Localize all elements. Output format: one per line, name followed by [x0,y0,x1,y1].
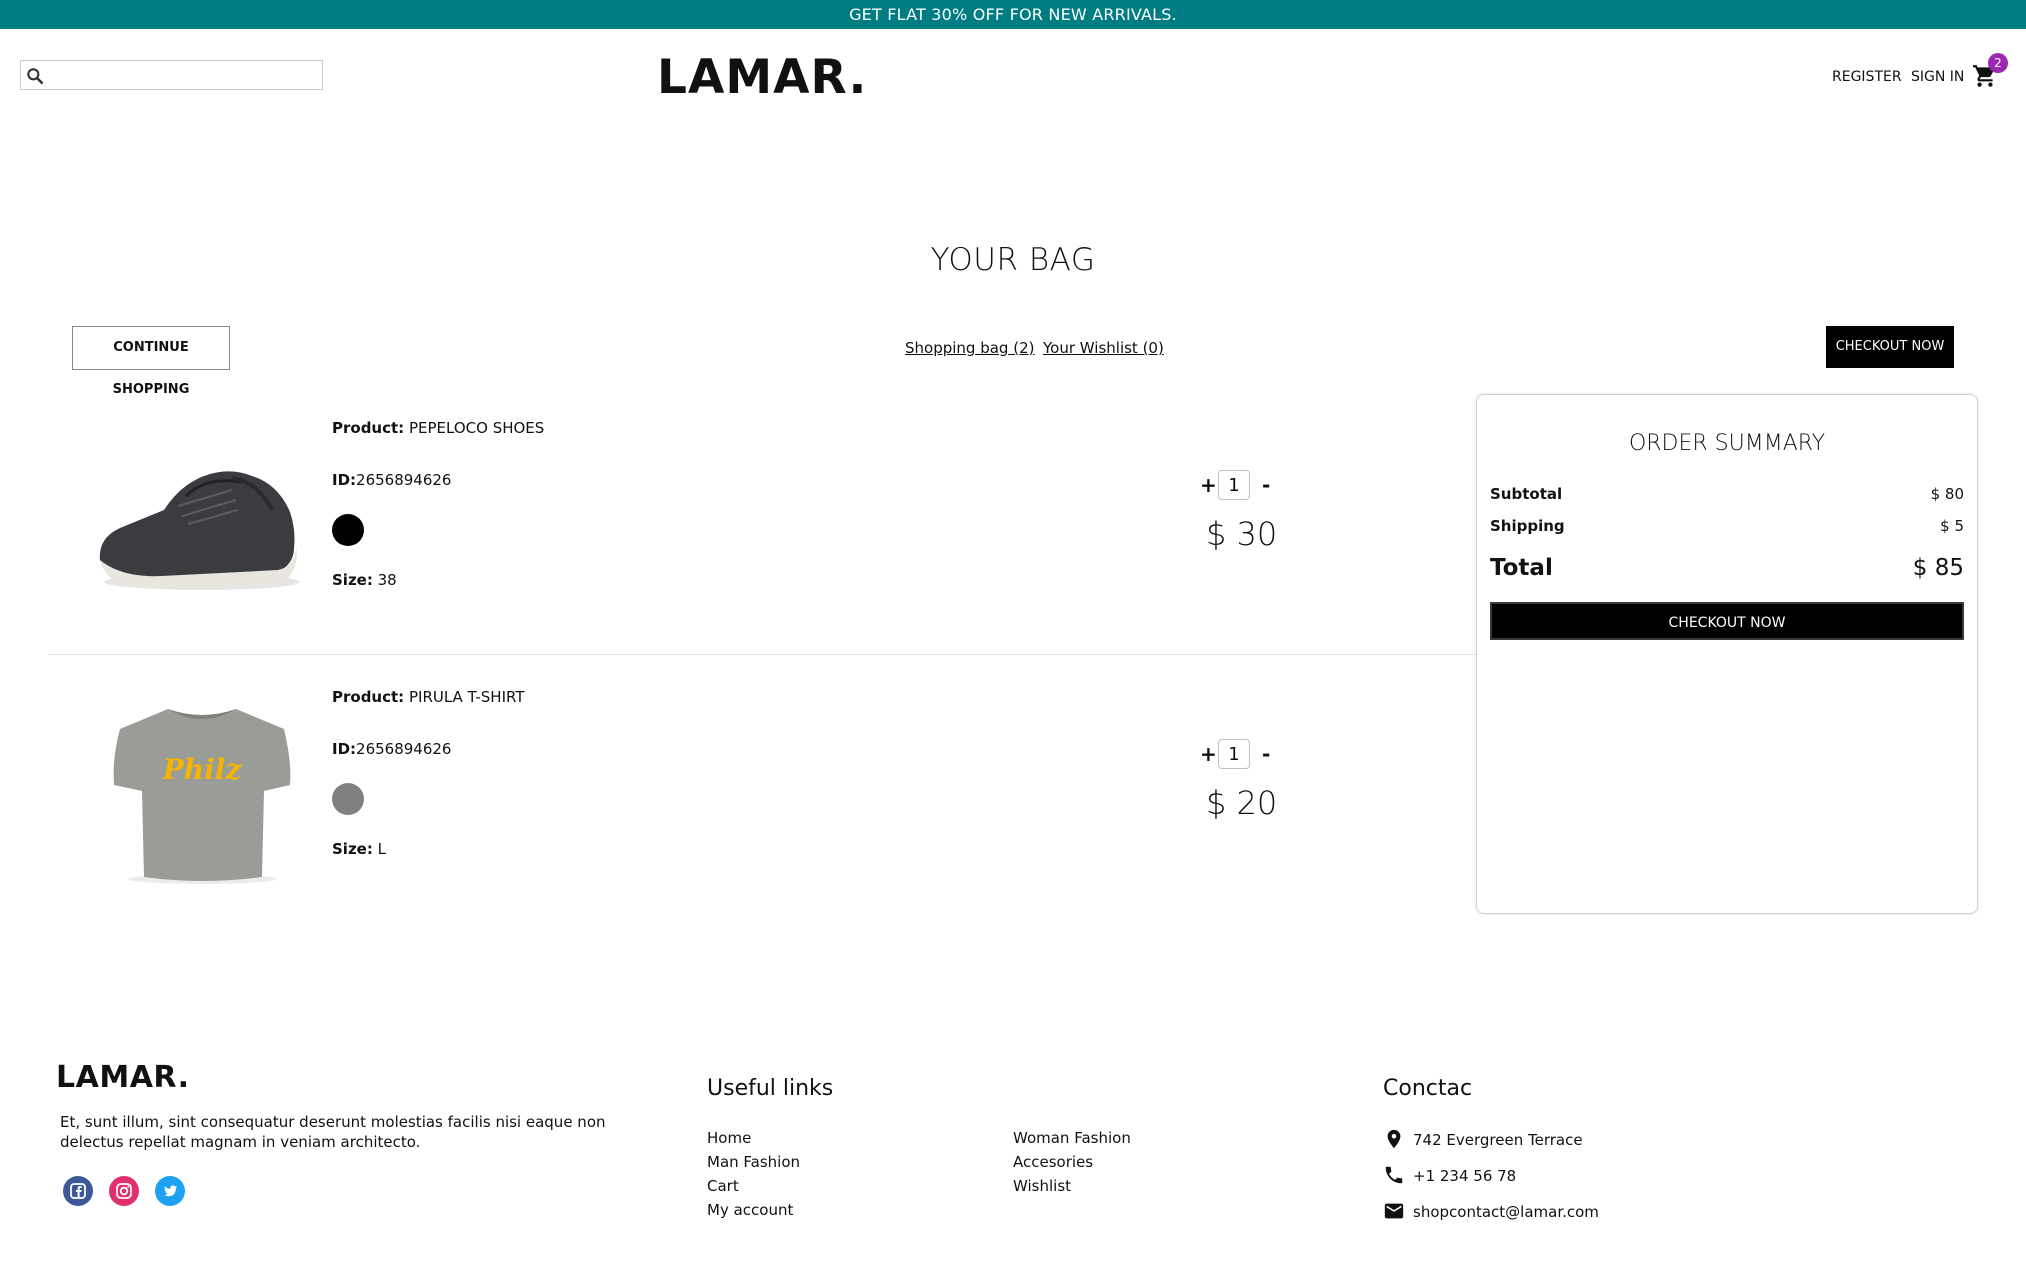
phone-text: +1 234 56 78 [1413,1167,1517,1185]
footer-logo[interactable]: LAMAR. [56,1058,189,1098]
product-size-line: Size: L [332,839,386,859]
page-title: YOUR BAG [930,242,1096,278]
search-icon [27,68,44,85]
quantity-value[interactable]: 1 [1218,470,1250,500]
shipping-label: Shipping [1490,517,1565,535]
footer-link-accesories[interactable]: Accesories [1013,1152,1093,1172]
shopping-bag-link[interactable]: Shopping bag (2) [905,338,1034,358]
quantity-decrease-button[interactable]: - [1262,743,1270,765]
wishlist-link[interactable]: Your Wishlist (0) [1043,338,1164,358]
footer-link-my-account[interactable]: My account [707,1200,793,1220]
facebook-icon[interactable] [63,1176,93,1206]
product-image [82,420,322,620]
order-summary-title: ORDER SUMMARY [1628,431,1826,456]
search-input[interactable] [53,64,317,88]
tshirt-print-text: Philz [162,753,243,786]
footer-link-man-fashion[interactable]: Man Fashion [707,1152,800,1172]
product-price: $ 30 [1206,515,1278,553]
sign-in-link[interactable]: SIGN IN [1911,67,1964,87]
product-color-swatch [332,783,364,815]
cart-count-badge: 2 [1988,53,2008,73]
quantity-stepper: + 1 - [1200,470,1286,502]
product-id-label: ID: [332,471,357,489]
twitter-icon[interactable] [155,1176,185,1206]
order-summary: ORDER SUMMARY Subtotal $ 80 Shipping $ 5… [1476,394,1978,914]
quantity-increase-button[interactable]: + [1200,474,1217,496]
quantity-value[interactable]: 1 [1218,739,1250,769]
phone-icon [1385,1166,1403,1184]
product-size: L [377,840,386,858]
product-size-label: Size: [332,571,373,589]
instagram-icon[interactable] [109,1176,139,1206]
product-id-line: ID:2656894626 [332,470,451,490]
product-size-label: Size: [332,840,373,858]
product-name-line: Product: PEPELOCO SHOES [332,418,544,438]
total-value: $ 85 [1912,555,1964,581]
product-label: Product: [332,419,405,437]
product-price: $ 20 [1206,784,1278,822]
announcement-bar: GET FLAT 30% OFF FOR NEW ARRIVALS. [0,0,2026,29]
register-link[interactable]: REGISTER [1832,67,1902,87]
search-box[interactable] [20,60,323,90]
product-id: 2656894626 [356,471,452,489]
cart-item: Product: PEPELOCO SHOES ID:2656894626 Si… [48,394,1476,656]
product-label: Product: [332,688,405,706]
address-text: 742 Evergreen Terrace [1413,1131,1583,1149]
item-divider [48,654,1476,655]
continue-shopping-button[interactable]: CONTINUE SHOPPING [72,326,230,397]
cart-item: Philz Product: PIRULA T-SHIRT ID:2656894… [48,663,1476,925]
footer-link-cart[interactable]: Cart [707,1176,739,1196]
quantity-increase-button[interactable]: + [1200,743,1217,765]
tshirt-image: Philz [113,709,291,884]
product-id-line: ID:2656894626 [332,739,451,759]
location-pin-icon [1387,1129,1401,1149]
product-id: 2656894626 [356,740,452,758]
shipping-value: $ 5 [1940,517,1964,535]
site-logo[interactable]: LAMAR. [657,48,867,108]
product-name: PIRULA T-SHIRT [408,688,525,706]
product-size-line: Size: 38 [332,570,397,590]
footer-link-wishlist[interactable]: Wishlist [1013,1176,1071,1196]
footer-description: Et, sunt illum, sint consequatur deserun… [60,1113,606,1151]
contact-heading: Conctac [1383,1076,1473,1101]
email-text[interactable]: shopcontact@lamar.com [1413,1201,1599,1223]
product-size: 38 [377,571,397,589]
footer-link-woman-fashion[interactable]: Woman Fashion [1013,1128,1131,1148]
product-id-label: ID: [332,740,357,758]
product-name: PEPELOCO SHOES [408,419,545,437]
subtotal-value: $ 80 [1930,485,1964,503]
product-color-swatch [332,514,364,546]
product-image: Philz [82,689,322,889]
sneaker-image [99,471,300,590]
quantity-decrease-button[interactable]: - [1262,474,1270,496]
checkout-now-button-top[interactable]: CHECKOUT NOW [1826,326,1954,368]
quantity-stepper: + 1 - [1200,739,1286,771]
total-label: Total [1490,555,1553,581]
product-name-line: Product: PIRULA T-SHIRT [332,687,525,707]
subtotal-label: Subtotal [1490,485,1563,503]
checkout-now-button[interactable]: CHECKOUT NOW [1490,602,1964,640]
footer-link-home[interactable]: Home [707,1128,751,1148]
email-icon [1384,1203,1404,1219]
useful-links-heading: Useful links [707,1076,834,1101]
